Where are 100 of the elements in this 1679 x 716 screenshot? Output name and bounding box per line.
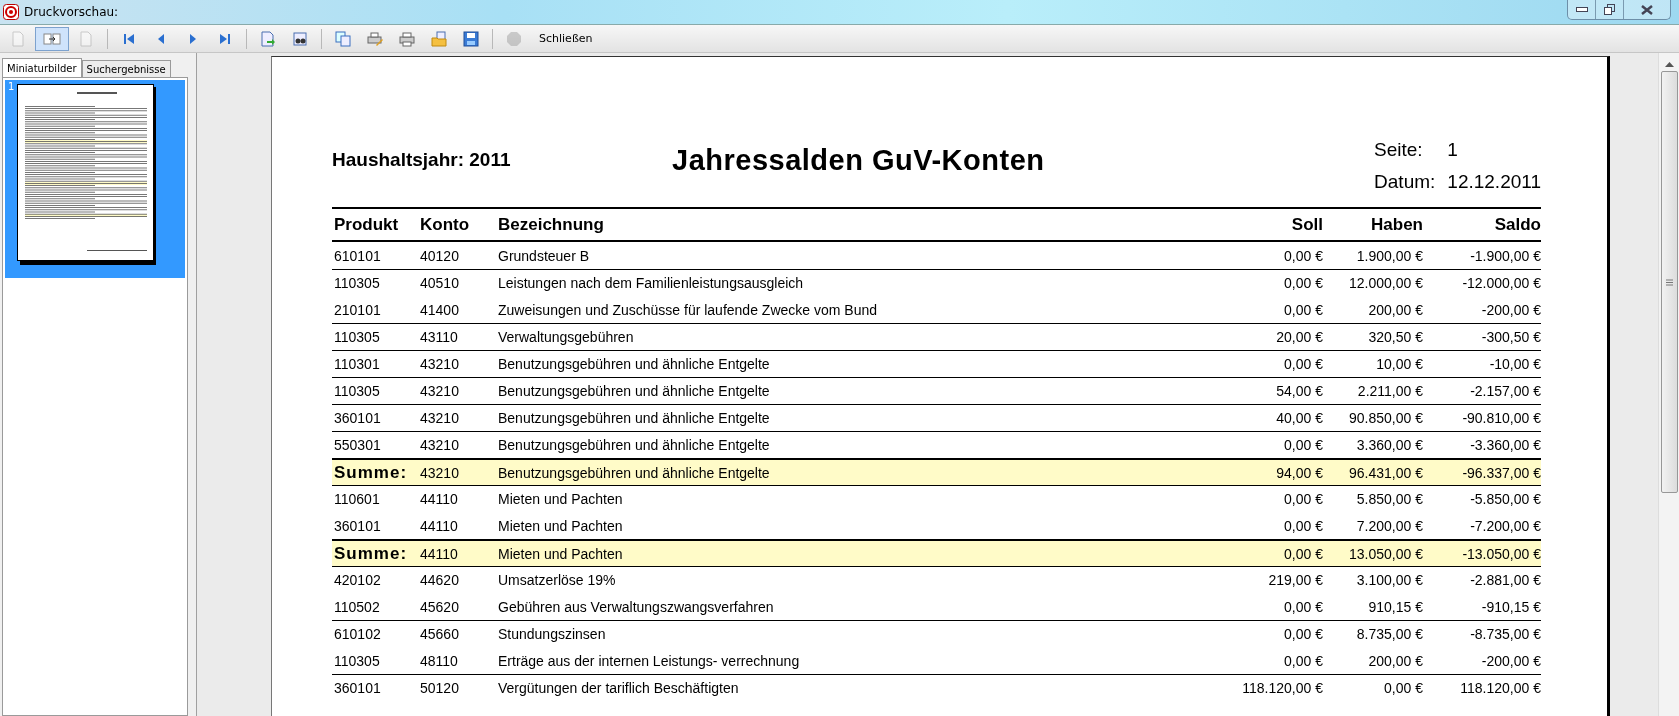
- table-cell-text: -1.900,00 €: [1469, 248, 1541, 264]
- sum-label: Summe:: [333, 462, 409, 483]
- table-cell-text: 43210: [419, 464, 460, 481]
- table-cell-text: 0,00 €: [1283, 626, 1323, 642]
- page-icon: [77, 29, 95, 48]
- table-cell-text: Zuweisungen und Zuschüsse für laufende Zwecke vom Bund: [497, 302, 878, 318]
- table-cell-text: 7.200,00 €: [1355, 518, 1423, 534]
- table-cell-text: 210101: [333, 302, 382, 318]
- date-value: 12.12.2011: [1447, 171, 1541, 193]
- table-cell-text: 3.360,00 €: [1355, 437, 1423, 453]
- table-cell-text: 44110: [419, 545, 459, 562]
- column-header: Bezeichnung: [497, 214, 605, 235]
- table-cell-text: 40510: [419, 275, 460, 291]
- table-cell-text: 1.900,00 €: [1355, 248, 1423, 264]
- table-cell-text: 360101: [333, 518, 382, 534]
- table-cell-text: 12.000,00 €: [1348, 275, 1423, 291]
- table-cell-text: 110305: [333, 329, 381, 345]
- close-preview-button[interactable]: Schließen: [531, 26, 601, 51]
- table-cell-text: 5.850,00 €: [1355, 491, 1423, 507]
- sidebar-tab[interactable]: Miniaturbilder: [2, 58, 82, 77]
- folder-icon: [430, 29, 448, 48]
- app-logo-icon: [3, 4, 19, 20]
- date-label: Datum:: [1374, 171, 1436, 193]
- table-cell-text: 200,00 €: [1367, 302, 1423, 318]
- printer-pencil-icon: [366, 29, 384, 48]
- fiscal-year: Haushaltsjahr: 2011: [332, 149, 512, 171]
- table-cell-text: Benutzungsgebühren und ähnliche Entgelte: [497, 383, 771, 399]
- table-cell-text: -8.735,00 €: [1469, 626, 1541, 642]
- table-cell-text: 43210: [419, 410, 460, 426]
- table-cell-text: 48110: [419, 653, 459, 669]
- table-cell-text: Benutzungsgebühren und ähnliche Entgelte: [497, 437, 771, 453]
- table-cell-text: 0,00 €: [1283, 248, 1323, 264]
- table-cell-text: -7.200,00 €: [1469, 518, 1541, 534]
- table-cell-text: 110305: [333, 275, 381, 291]
- table-cell-text: 2.211,00 €: [1356, 383, 1423, 399]
- table-cell-text: -10,00 €: [1488, 356, 1541, 372]
- table-cell-text: 41400: [419, 302, 460, 318]
- table-cell-text: 0,00 €: [1283, 275, 1323, 291]
- table-cell-text: 110502: [333, 599, 381, 615]
- table-cell-text: -200,00 €: [1480, 302, 1541, 318]
- page-icon: [9, 29, 27, 48]
- column-header: Konto: [419, 214, 471, 235]
- table-cell-text: -3.360,00 €: [1469, 437, 1541, 453]
- column-header: Saldo: [1493, 214, 1541, 235]
- window-title: Druckvorschau:: [24, 5, 120, 19]
- table-cell-text: 110601: [333, 491, 381, 507]
- column-header: Produkt: [333, 214, 400, 235]
- table-cell-text: Benutzungsgebühren und ähnliche Entgelte: [497, 356, 771, 372]
- table-cell-text: 54,00 €: [1275, 383, 1323, 399]
- vertical-scrollbar[interactable]: [1658, 53, 1679, 716]
- table-cell-text: Benutzungsgebühren und ähnliche Entgelte: [497, 410, 771, 426]
- table-cell-text: 96.431,00 €: [1348, 464, 1423, 481]
- table-cell-text: -96.337,00 €: [1461, 464, 1541, 481]
- sidebar-tab[interactable]: Suchergebnisse: [81, 60, 171, 77]
- table-cell-text: 550301: [333, 437, 382, 453]
- stop-icon: [505, 29, 523, 48]
- table-cell-text: 610102: [333, 626, 382, 642]
- table-cell-text: 90.850,00 €: [1348, 410, 1423, 426]
- table-cell-text: 45620: [419, 599, 460, 615]
- table-cell-text: 0,00 €: [1283, 302, 1323, 318]
- table-cell-text: 10,00 €: [1375, 356, 1423, 372]
- table-cell-text: 0,00 €: [1283, 437, 1323, 453]
- sum-label: Summe:: [333, 543, 409, 564]
- table-cell-text: 360101: [333, 410, 382, 426]
- table-cell-text: 0,00 €: [1283, 599, 1323, 615]
- table-cell-text: Verwaltungsgebühren: [497, 329, 635, 345]
- table-cell-text: 110305: [333, 383, 381, 399]
- table-cell-text: 110305: [333, 653, 381, 669]
- grip-icon: [1665, 278, 1673, 286]
- table-cell-text: -90.810,00 €: [1461, 410, 1541, 426]
- table-cell-text: 3.100,00 €: [1355, 572, 1423, 588]
- table-cell-text: 43210: [419, 356, 460, 372]
- table-cell-text: -5.850,00 €: [1469, 491, 1541, 507]
- scroll-thumb[interactable]: [1660, 71, 1678, 493]
- table-cell-text: 43110: [419, 329, 459, 345]
- table-cell-text: Umsatzerlöse 19%: [497, 572, 617, 588]
- table-cell-text: 118.120,00 €: [1241, 680, 1323, 696]
- table-cell-text: 20,00 €: [1275, 329, 1323, 345]
- scroll-up-icon: [1664, 61, 1674, 67]
- table-cell-text: 0,00 €: [1283, 356, 1323, 372]
- table-cell-text: Mieten und Pachten: [497, 545, 624, 562]
- table-cell-text: 200,00 €: [1367, 653, 1423, 669]
- table-cell-text: 43210: [419, 437, 460, 453]
- table-cell-text: 44110: [419, 491, 459, 507]
- table-cell-text: -12.000,00 €: [1461, 275, 1541, 291]
- column-header: Haben: [1370, 214, 1423, 235]
- table-cell-text: 610101: [333, 248, 382, 264]
- table-cell-text: 110301: [333, 356, 381, 372]
- table-cell-text: Grundsteuer B: [497, 248, 591, 264]
- column-header: Soll: [1290, 214, 1323, 235]
- table-cell-text: 420102: [333, 572, 382, 588]
- table-cell-text: 8.735,00 €: [1355, 626, 1423, 642]
- table-cell-text: 94,00 €: [1275, 464, 1323, 481]
- table-cell-text: -300,50 €: [1480, 329, 1541, 345]
- report-title: Jahressalden GuV-Konten: [672, 144, 1046, 177]
- table-cell-text: Stundungszinsen: [497, 626, 607, 642]
- table-cell-text: 40120: [419, 248, 460, 264]
- export-icon: [259, 29, 277, 48]
- table-cell-text: Erträge aus der internen Leistungs- verrechnung: [497, 653, 801, 669]
- copy-icon: [334, 29, 352, 48]
